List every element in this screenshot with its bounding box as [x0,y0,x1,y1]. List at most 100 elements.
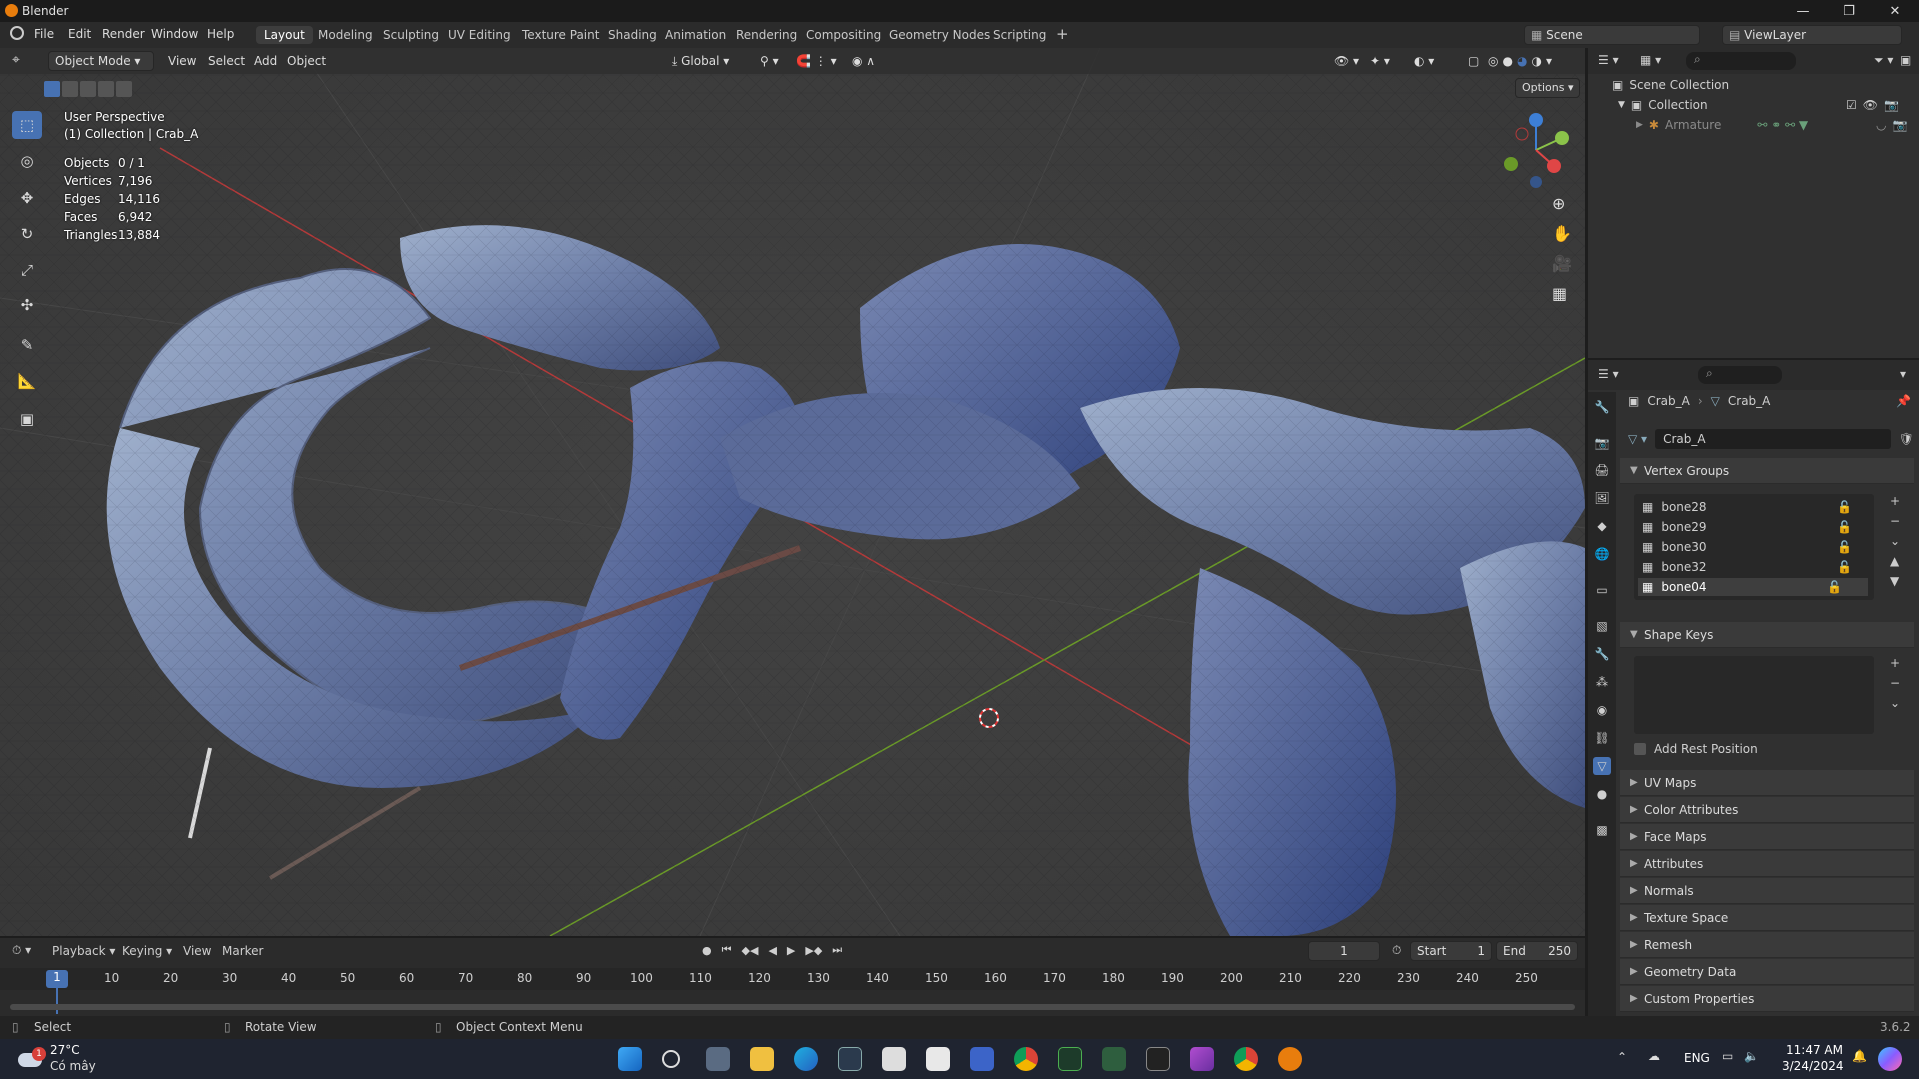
menu-add[interactable]: Add [254,54,277,68]
visibility-icon[interactable]: 👁 ▾ [1334,54,1359,68]
tab-modeling[interactable]: Modeling [310,26,381,44]
clock-time[interactable]: 11:47 AM [1786,1043,1843,1057]
select-subtract-icon[interactable] [80,81,96,97]
close-button[interactable]: ✕ [1872,0,1918,22]
eye-icon[interactable]: 👁 [1863,98,1878,112]
color-attributes-panel-header[interactable]: ▶ Color Attributes [1620,797,1914,823]
move-tool-icon[interactable]: ✥ [12,184,42,212]
menu-object[interactable]: Object [287,54,326,68]
lock-icon[interactable]: 🔓 [1837,540,1852,554]
lock-icon[interactable]: 🔓 [1837,520,1852,534]
blender-taskbar-icon[interactable] [1278,1047,1302,1071]
outliner-row-armature[interactable]: ▶ ✱ Armature ⚯ ⚭ ⚯ ▼ [1636,118,1808,132]
editor-type-icon[interactable]: ⌖ [12,52,20,68]
pan-hand-icon[interactable]: ✋ [1552,224,1572,243]
tab-layout[interactable]: Layout [256,26,313,44]
select-invert-icon[interactable] [98,81,114,97]
shape-key-list[interactable] [1634,656,1874,734]
fake-user-shield-icon[interactable]: 🛡 [1899,432,1914,446]
vertex-groups-panel-header[interactable]: ▼ Vertex Groups [1620,458,1914,484]
chrome-icon-2[interactable] [1234,1047,1258,1071]
display-mode-icon[interactable]: ▦ ▾ [1640,53,1661,67]
select-extend-icon[interactable] [62,81,78,97]
eye-closed-icon[interactable]: ◡ [1876,118,1886,132]
properties-type-icon[interactable]: ☰ ▾ [1598,367,1619,381]
tab-animation[interactable]: Animation [657,26,734,44]
shape-keys-panel-header[interactable]: ▼ Shape Keys [1620,622,1914,648]
start-frame-field[interactable]: Start 1 [1410,941,1492,961]
menu-playback[interactable]: Playback ▾ [52,944,115,958]
volume-icon[interactable]: 🔈 [1744,1049,1759,1063]
tool-tab-icon[interactable]: 🔧 [1593,398,1611,416]
list-item[interactable]: ▦ bone32 🔓 [1642,560,1882,574]
mail-app-icon[interactable] [970,1047,994,1071]
file-explorer-icon[interactable] [750,1047,774,1071]
pivot-icon[interactable]: ⚲ ▾ [760,54,779,68]
tab-compositing[interactable]: Compositing [798,26,889,44]
add-workspace-icon[interactable]: + [1048,23,1077,43]
options-button[interactable]: Options ▾ [1515,78,1581,98]
store-icon[interactable] [882,1047,906,1071]
lock-icon[interactable]: 🔓 [1837,500,1852,514]
remove-shape-key-icon[interactable]: − [1890,676,1900,690]
menu-keying[interactable]: Keying ▾ [122,944,172,958]
toggle-perspective-icon[interactable]: ▦ [1552,284,1567,303]
weather-cloud-icon[interactable]: 1 [18,1047,46,1067]
solid-shading-icon[interactable]: ● [1502,54,1512,68]
jump-start-icon[interactable]: ⏮ [722,943,732,957]
menu-view[interactable]: View [168,54,196,68]
output-tab-icon[interactable]: 🖨 [1593,461,1611,479]
snap-icon[interactable]: 🧲 ⋮ ▾ [796,54,837,68]
timeline-type-icon[interactable]: ⏱ ▾ [12,943,31,958]
outliner-type-icon[interactable]: ☰ ▾ [1598,53,1619,67]
menu-view[interactable]: View [183,944,211,958]
scene-tab-icon[interactable]: ◆ [1593,517,1611,535]
expand-arrow-icon[interactable]: ▼ [1618,100,1625,110]
task-view-icon[interactable] [706,1047,730,1071]
physics-tab-icon[interactable]: ◉ [1593,701,1611,719]
menu-marker[interactable]: Marker [222,944,263,958]
chevron-down-icon[interactable]: ▾ [1900,367,1906,381]
wireframe-shading-icon[interactable]: ◎ [1488,54,1498,68]
menu-help[interactable]: Help [207,27,234,41]
app-icon[interactable] [926,1047,950,1071]
stopwatch-icon[interactable]: ⏱ [1392,943,1401,958]
render-tab-icon[interactable]: 📷 [1593,434,1611,452]
next-keyframe-icon[interactable]: ▶◆ [805,944,822,957]
playhead[interactable]: 1 [46,970,68,988]
select-box-tool-icon[interactable]: ⬚ [12,111,42,139]
menu-file[interactable]: File [34,27,54,41]
shading-options-icon[interactable]: ▾ [1546,54,1552,68]
tray-chevron-icon[interactable]: ⌃ [1617,1050,1627,1064]
prev-keyframe-icon[interactable]: ◆◀ [742,944,759,957]
checkbox-icon[interactable]: ☑ [1846,98,1857,112]
face-maps-panel-header[interactable]: ▶ Face Maps [1620,824,1914,850]
collection-tab-icon[interactable]: ▭ [1593,581,1611,599]
move-down-icon[interactable]: ▼ [1890,574,1900,588]
transform-orientation[interactable]: ⤓ Global ▾ [672,54,729,69]
rendered-shading-icon[interactable]: ◑ [1531,54,1541,68]
cursor-tool-icon[interactable]: ◎ [12,147,42,175]
outliner-row-collection[interactable]: ▼ ▣ Collection [1618,98,1708,112]
windows-start-icon[interactable] [618,1047,642,1071]
tab-texture-paint[interactable]: Texture Paint [514,26,607,44]
play-reverse-icon[interactable]: ◀ [768,944,776,957]
new-collection-icon[interactable]: ▣ [1900,53,1911,67]
blender-menu-icon[interactable] [10,26,24,40]
tab-geometry-nodes[interactable]: Geometry Nodes [881,26,998,44]
transform-tool-icon[interactable]: ✣ [12,291,42,319]
filter-icon[interactable]: ⏷ ▾ [1874,53,1893,68]
mesh-data-icon[interactable]: ▽ ▾ [1628,432,1647,446]
3d-viewport[interactable]: User Perspective (1) Collection | Crab_A… [0,48,1585,936]
minimize-button[interactable]: — [1780,0,1826,22]
move-up-icon[interactable]: ▲ [1890,554,1900,568]
list-item[interactable]: ▦ bone29 🔓 [1642,520,1882,534]
world-tab-icon[interactable]: 🌐 [1593,545,1611,563]
constraints-tab-icon[interactable]: ⛓ [1593,729,1611,747]
notification-bell-icon[interactable]: 🔔 [1852,1049,1867,1063]
tab-sculpting[interactable]: Sculpting [375,26,447,44]
uv-maps-panel-header[interactable]: ▶ UV Maps [1620,770,1914,796]
lock-icon[interactable]: 🔓 [1837,560,1852,574]
current-frame-field[interactable]: 1 [1308,941,1380,961]
add-cube-tool-icon[interactable]: ▣ [12,405,42,433]
